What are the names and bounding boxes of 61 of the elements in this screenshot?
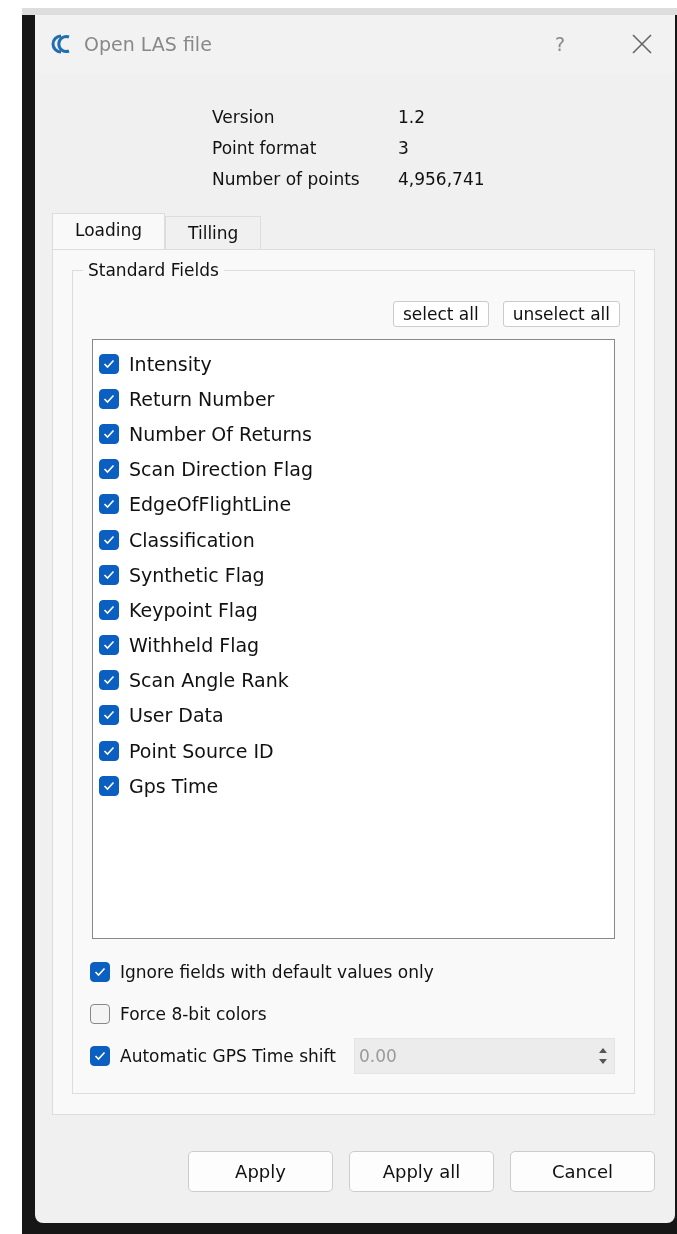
tab[interactable]: Tilling <box>165 216 262 249</box>
check-icon <box>103 428 115 439</box>
checkbox[interactable] <box>99 459 119 480</box>
info-value: 1.2 <box>398 107 427 127</box>
checkbox[interactable] <box>99 705 119 726</box>
field-label: Scan Direction Flag <box>129 458 314 481</box>
check-icon <box>103 640 115 651</box>
field-label: Withheld Flag <box>129 634 260 657</box>
checkbox[interactable] <box>99 423 119 444</box>
checkbox[interactable] <box>99 388 119 409</box>
check-icon <box>103 464 115 475</box>
dialog-button[interactable]: Apply all <box>349 1151 494 1192</box>
checkbox[interactable] <box>90 1004 110 1024</box>
checkbox[interactable] <box>99 599 119 620</box>
check-icon <box>94 1051 106 1061</box>
field-label: EdgeOfFlightLine <box>129 493 292 516</box>
option-label: Ignore fields with default values only <box>120 962 434 982</box>
check-icon <box>103 569 115 580</box>
check-icon <box>103 393 115 404</box>
dialog-button[interactable]: Apply <box>188 1151 333 1192</box>
field-label: Number Of Returns <box>129 422 312 445</box>
info-value: 3 <box>398 138 410 158</box>
field-label: Point Source ID <box>129 739 274 762</box>
info-label: Number of points <box>212 169 361 189</box>
checkbox[interactable] <box>99 635 119 656</box>
info-label: Point format <box>212 138 318 158</box>
info-label: Version <box>212 107 276 127</box>
option-label: Force 8-bit colors <box>120 1004 267 1024</box>
check-icon <box>103 675 115 686</box>
field-label: Synthetic Flag <box>129 563 265 586</box>
checkbox[interactable] <box>99 564 119 585</box>
field-label: Intensity <box>129 352 212 375</box>
checkbox[interactable] <box>99 494 119 515</box>
checkbox[interactable] <box>99 353 119 374</box>
field-label: Scan Angle Rank <box>129 669 289 692</box>
checkbox[interactable] <box>99 740 119 761</box>
unselect-all-button[interactable]: unselect all <box>502 301 620 327</box>
check-icon <box>103 745 115 756</box>
select-all-button[interactable]: select all <box>392 301 489 327</box>
checkbox[interactable] <box>90 962 110 982</box>
field-label: Gps Time <box>129 774 219 797</box>
field-label: User Data <box>129 704 224 727</box>
close-button[interactable] <box>631 33 653 55</box>
tab[interactable]: Loading <box>52 213 166 249</box>
checkbox[interactable] <box>99 775 119 796</box>
field-label: Return Number <box>129 387 275 410</box>
info-value: 4,956,741 <box>398 169 486 189</box>
checkbox[interactable] <box>99 529 119 550</box>
window-title: Open LAS file <box>84 33 213 55</box>
check-icon <box>103 534 115 545</box>
option-label: Automatic GPS Time shift <box>120 1046 336 1066</box>
check-icon <box>103 710 115 721</box>
dialog-button[interactable]: Cancel <box>510 1151 655 1192</box>
check-icon <box>103 499 115 510</box>
checkbox[interactable] <box>99 670 119 691</box>
check-icon <box>103 604 115 615</box>
check-icon <box>94 967 106 977</box>
check-icon <box>103 780 115 791</box>
field-label: Keypoint Flag <box>129 598 258 621</box>
check-icon <box>103 358 115 369</box>
field-label: Classification <box>129 528 255 551</box>
